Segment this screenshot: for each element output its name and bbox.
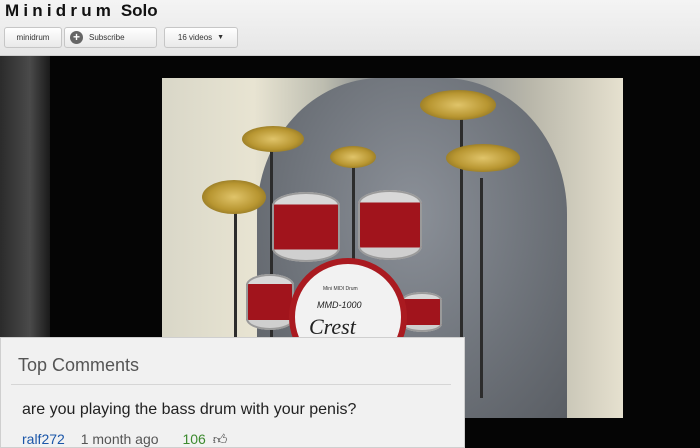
plus-icon: + — [70, 31, 83, 44]
videos-button-label: 16 videos — [177, 33, 213, 42]
tom-drum — [272, 192, 340, 262]
channel-title: Minidrum Solo — [5, 1, 158, 21]
comment-text: are you playing the bass drum with your … — [22, 401, 357, 418]
thumbs-up-icon[interactable]: 👍︎ — [213, 431, 228, 448]
bass-drum-label: Mini MIDI Drum — [323, 286, 358, 292]
comment-timestamp: 1 month ago — [80, 431, 159, 447]
cymbal — [420, 90, 496, 120]
cymbal — [446, 144, 520, 172]
floor-tom-drum — [402, 292, 442, 332]
comment-like-count: 106 — [182, 431, 206, 447]
channel-button[interactable]: minidrum — [4, 27, 62, 48]
videos-dropdown-button[interactable]: 16 videos ▼ — [164, 27, 238, 48]
comments-heading: Top Comments — [18, 355, 140, 375]
channel-button-label: minidrum — [16, 33, 50, 42]
floor-tom-drum — [246, 274, 294, 330]
comment-author-link[interactable]: ralf272 — [22, 431, 65, 447]
comment-meta: ralf272 1 month ago 106 👍︎ — [22, 431, 227, 448]
bass-drum-model: MMD-1000 — [317, 300, 362, 310]
channel-title-name: Minidrum — [5, 1, 116, 20]
channel-title-suffix: Solo — [120, 1, 158, 20]
comments-divider — [11, 384, 451, 385]
top-comments-panel: Top Comments are you playing the bass dr… — [0, 337, 465, 448]
subscribe-button[interactable]: + Subscribe — [64, 27, 157, 48]
channel-header: Minidrum Solo minidrum + Subscribe 16 vi… — [0, 0, 700, 56]
cymbal — [202, 180, 266, 214]
subscribe-button-label: Subscribe — [89, 33, 125, 42]
cymbal — [330, 146, 376, 168]
cymbal — [242, 126, 304, 152]
chevron-down-icon: ▼ — [217, 34, 225, 41]
tom-drum — [358, 190, 422, 260]
cymbal-stand — [480, 178, 483, 398]
